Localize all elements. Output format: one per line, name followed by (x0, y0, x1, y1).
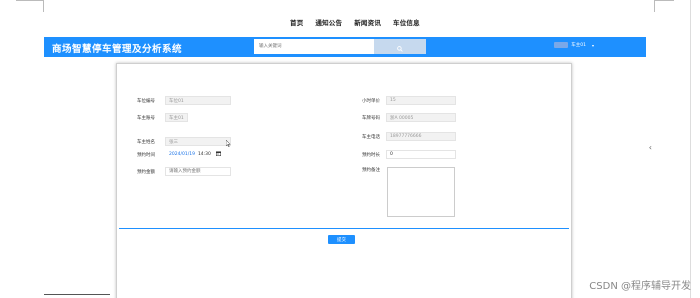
owner-phone-field: 18977776666 (386, 132, 456, 141)
search-button[interactable] (374, 39, 426, 54)
owner-phone-label: 车主电话 (362, 134, 380, 140)
header-bar: 商场智慧停车管理及分析系统 车主01 ▾ (44, 37, 646, 57)
field-reserve-amount: 预约金额 (137, 167, 231, 176)
hour-price-label: 小时单价 (362, 98, 380, 104)
field-reserve-time: 预约时间 2024/01/19 14:30 (137, 150, 231, 159)
nav-item-news[interactable]: 新闻资讯 (354, 17, 381, 27)
site-title: 商场智慧停车管理及分析系统 (52, 44, 183, 55)
reserve-note-label: 预约备注 (362, 168, 380, 173)
owner-account-field: 车主01 (165, 113, 188, 122)
field-owner-account: 车主账号 车主01 (137, 113, 188, 122)
reserve-date: 2024/01/19 (169, 152, 195, 157)
reservation-form-card: 车位编号 车位01 车主账号 车主01 车主姓名 张三 预约时间 2024/01… (116, 63, 572, 298)
bottom-divider (44, 294, 110, 295)
calendar-icon[interactable] (215, 151, 221, 158)
field-owner-name: 车主姓名 张三 (137, 132, 231, 151)
page: { "nav": { "items": ["首页", "通知公告", "新闻资讯… (0, 0, 700, 298)
window-corner-left (16, 0, 44, 12)
reserve-note-textarea[interactable] (387, 167, 455, 217)
reserve-time-label: 预约时间 (137, 152, 155, 158)
reserve-time-field[interactable]: 2024/01/19 14:30 (165, 150, 231, 159)
cursor-icon (225, 132, 231, 151)
field-reserve-note: 预约备注 (362, 167, 386, 173)
nav-item-home[interactable]: 首页 (290, 17, 303, 27)
chevron-left-icon[interactable]: ‹ (649, 143, 652, 152)
search-icon (397, 37, 403, 56)
user-name: 车主01 (571, 43, 586, 48)
reserve-clock: 14:30 (197, 152, 211, 157)
submit-button[interactable]: 提交 (328, 235, 355, 244)
owner-account-label: 车主账号 (137, 115, 155, 121)
reserve-amount-input[interactable] (165, 167, 231, 176)
nav-item-parking-info[interactable]: 车位信息 (393, 17, 420, 27)
page-edge-line (690, 0, 691, 298)
form-divider (119, 228, 569, 229)
plate-field: 浙A 00005 (386, 113, 456, 122)
nav-item-notices[interactable]: 通知公告 (315, 17, 342, 27)
hour-price-field: 15 (386, 96, 456, 105)
chevron-down-icon: ▾ (591, 42, 594, 48)
search-input[interactable] (254, 39, 374, 54)
avatar (554, 42, 569, 48)
reserve-amount-label: 预约金额 (137, 169, 155, 175)
field-owner-phone: 车主电话 18977776666 (362, 132, 456, 141)
search-bar (254, 39, 426, 54)
reserve-hours-input[interactable]: 0 (386, 150, 456, 159)
field-reserve-hours: 预约时长 0 (362, 150, 456, 159)
user-menu[interactable]: 车主01 ▾ (554, 42, 594, 48)
space-no-label: 车位编号 (137, 98, 155, 104)
field-plate: 车牌号码 浙A 00005 (362, 113, 456, 122)
reserve-hours-label: 预约时长 (362, 152, 380, 158)
field-space-no: 车位编号 车位01 (137, 96, 231, 105)
field-hour-price: 小时单价 15 (362, 96, 456, 105)
window-corner-right (654, 0, 674, 12)
owner-name-label: 车主姓名 (137, 139, 155, 145)
top-nav: 首页 通知公告 新闻资讯 车位信息 (290, 17, 420, 27)
plate-label: 车牌号码 (362, 115, 380, 121)
watermark-text: CSDN @程序辅导开发 (589, 281, 691, 292)
space-no-field: 车位01 (165, 96, 231, 105)
owner-name-field: 张三 (165, 137, 231, 146)
